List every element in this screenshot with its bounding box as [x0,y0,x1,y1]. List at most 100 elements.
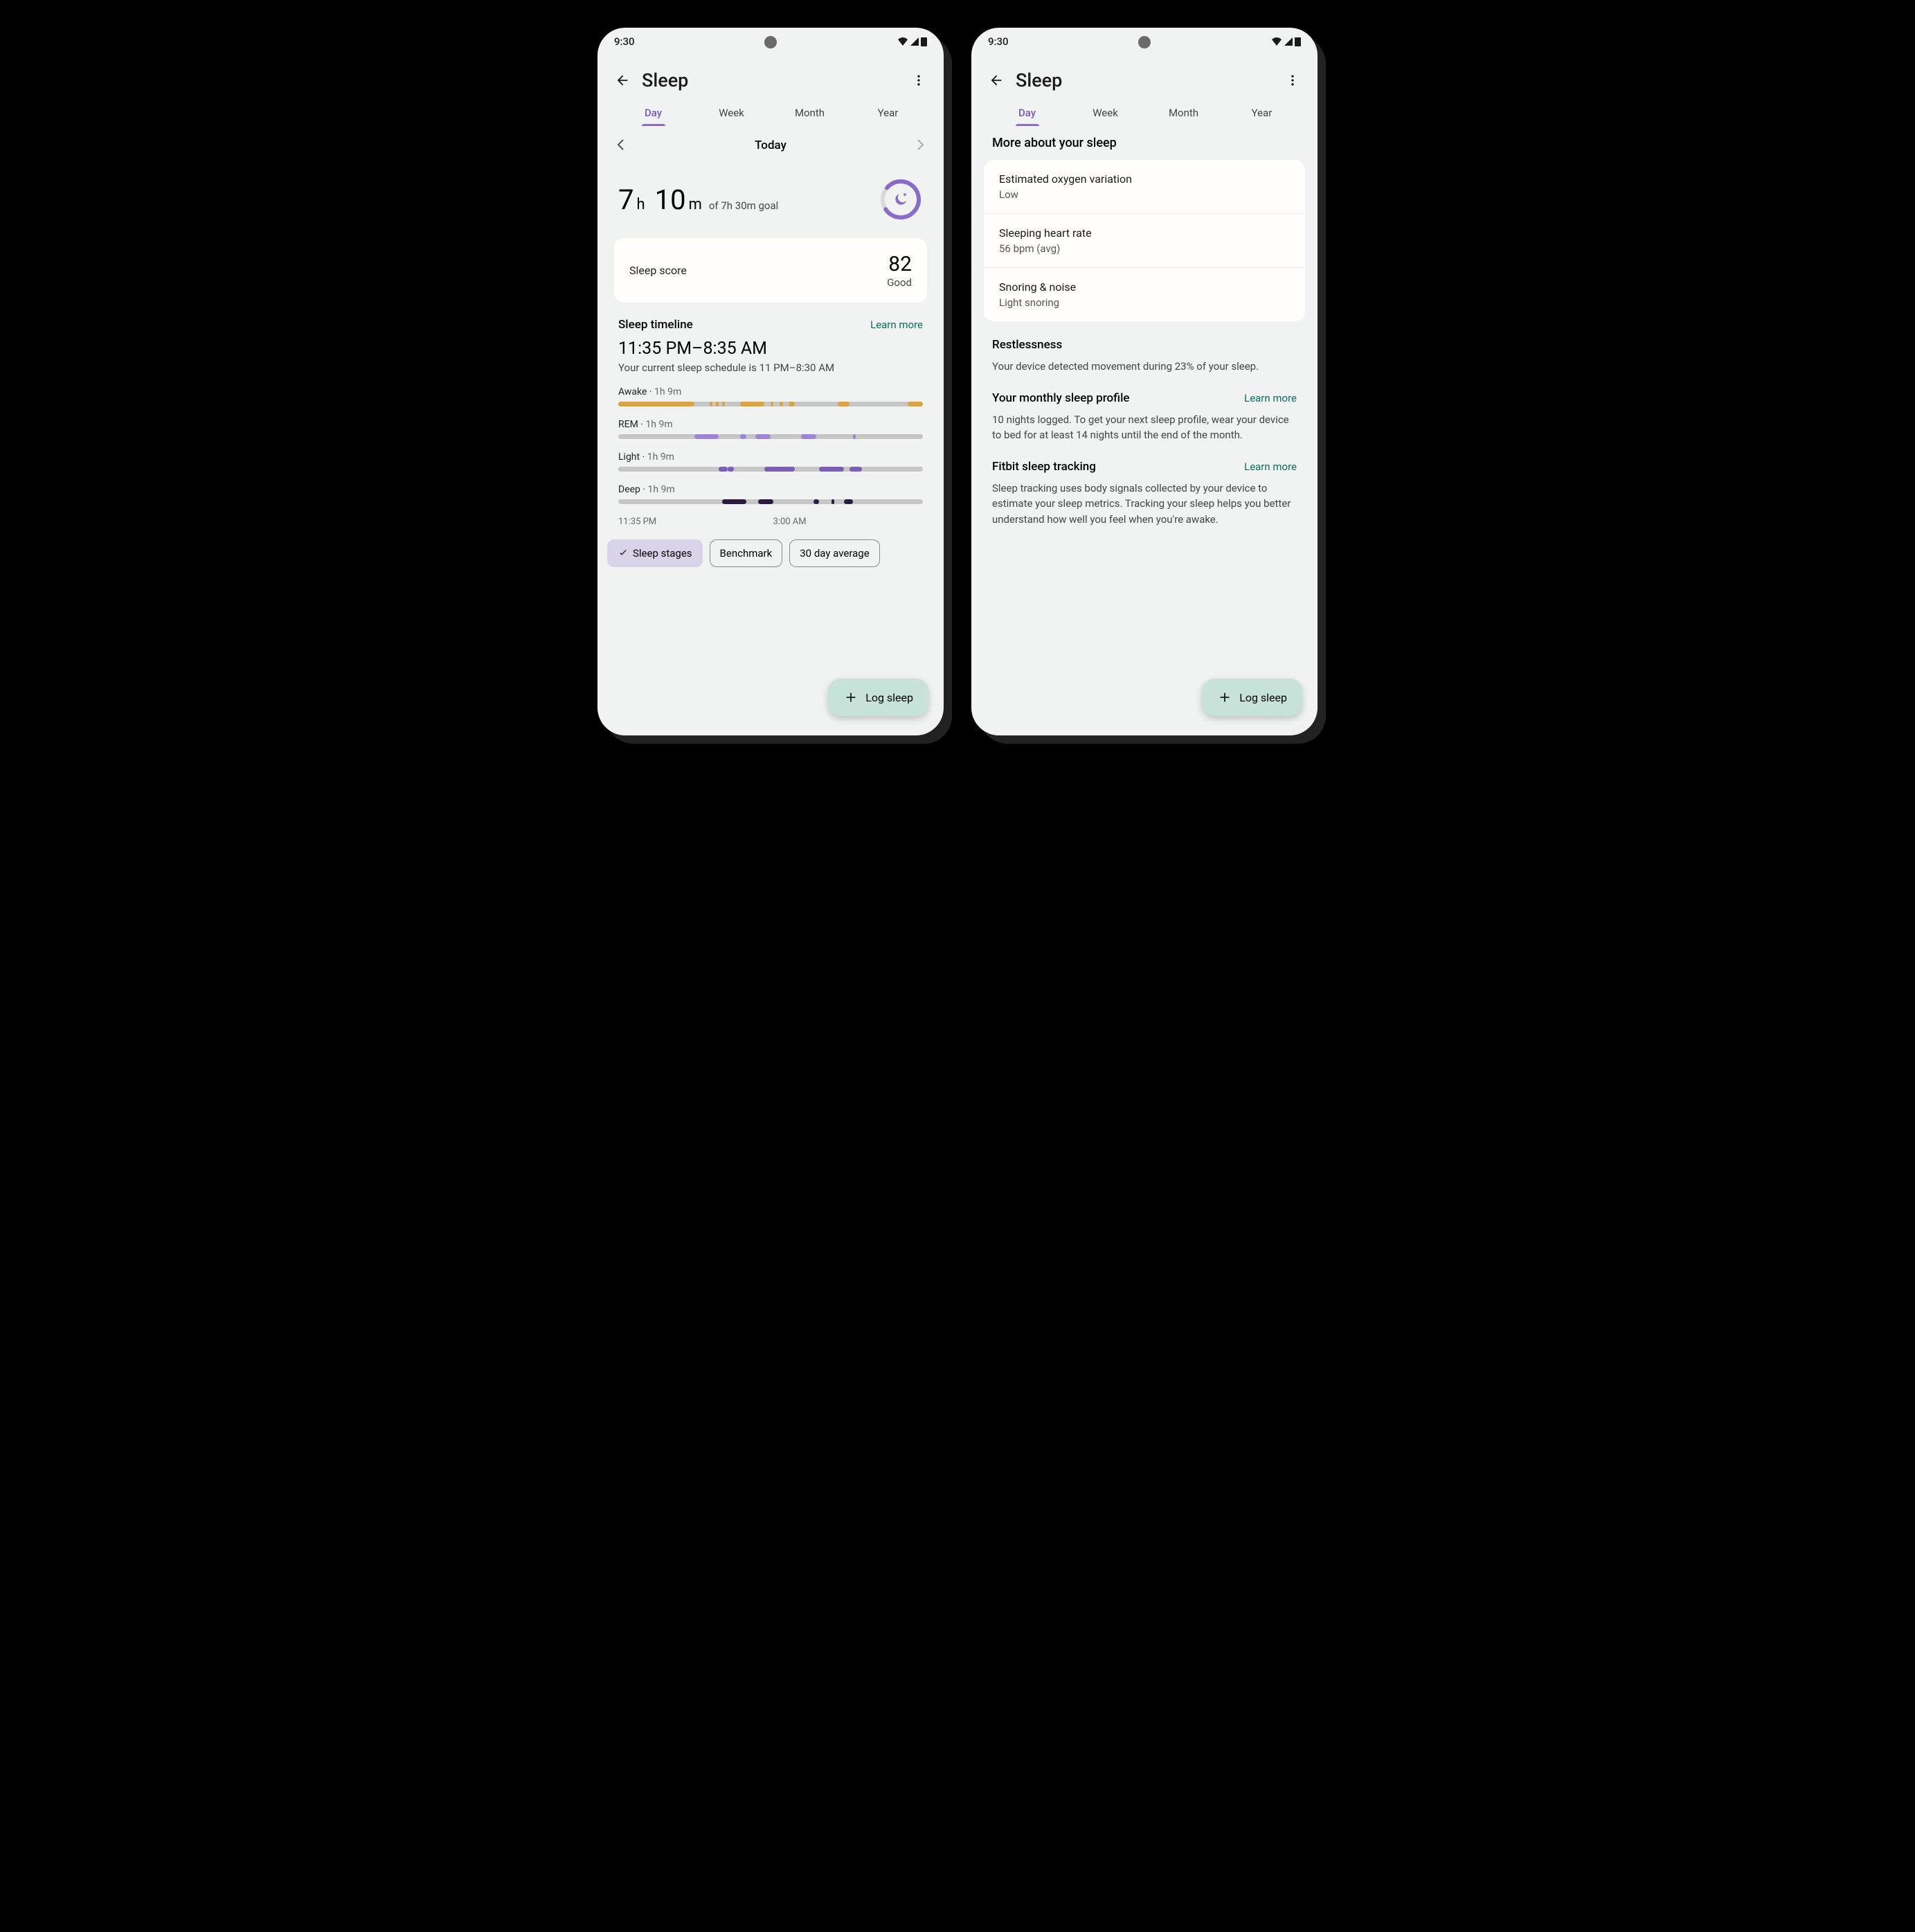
date-navigator: Today [597,126,944,165]
row-oxygen-value: Low [999,188,1290,201]
chip-benchmark[interactable]: Benchmark [710,539,783,567]
profile-learn-more[interactable]: Learn more [1244,392,1297,404]
wifi-icon [897,37,908,46]
tracking-body: Sleep tracking uses body signals collect… [992,481,1297,528]
stage-rem-name: REM [618,419,638,430]
stage-light-name: Light [618,451,640,463]
timeline-schedule: Your current sleep schedule is 11 PM–8:3… [618,361,923,374]
chart-mode-chips: Sleep stages Benchmark 30 day average [597,527,944,567]
timeline-learn-more[interactable]: Learn more [870,319,923,331]
timeline-title: Sleep timeline [618,318,693,332]
status-time: 9:30 [988,35,1009,48]
score-desc: Good [887,276,912,289]
time-range-tabs: Day Week Month Year [971,98,1318,126]
back-icon[interactable] [988,72,1005,89]
app-bar: Sleep [971,55,1318,98]
row-heart-rate[interactable]: Sleeping heart rate 56 bpm (avg) [984,214,1305,268]
hours-unit: h [636,196,645,213]
hours-value: 7 [618,184,633,216]
battery-icon [1295,37,1301,46]
status-icons [897,37,927,46]
tab-day[interactable]: Day [614,107,692,126]
stage-awake-track [618,402,923,406]
axis-mid: 3:00 AM [773,517,807,527]
tab-day[interactable]: Day [988,107,1066,126]
chip-sleep-stages-label: Sleep stages [633,547,692,560]
tab-year[interactable]: Year [1223,107,1301,126]
profile-body: 10 nights logged. To get your next sleep… [992,412,1297,443]
signal-icon [1284,37,1293,46]
fab-label: Log sleep [1239,691,1287,704]
restlessness-title: Restlessness [992,338,1062,352]
sleep-timeline-section: Sleep timeline Learn more 11:35 PM–8:35 … [614,303,927,527]
page-title: Sleep [1016,69,1273,91]
row-snoring-title: Snoring & noise [999,280,1290,294]
timeline-range: 11:35 PM–8:35 AM [618,339,923,359]
stage-rem-dur: 1h 9m [645,419,672,430]
chip-sleep-stages[interactable]: Sleep stages [607,539,703,567]
goal-label: of 7h 30m goal [709,199,778,212]
tab-year[interactable]: Year [849,107,927,126]
minutes-unit: m [689,196,702,213]
stage-rem-track [618,434,923,439]
profile-title: Your monthly sleep profile [992,391,1130,405]
stage-awake-name: Awake [618,386,647,397]
fab-label: Log sleep [865,691,913,704]
tracking-learn-more[interactable]: Learn more [1244,460,1297,473]
more-about-title: More about your sleep [971,126,1318,160]
stage-awake-dur: 1h 9m [654,386,681,397]
check-icon [618,548,629,559]
camera-cutout [1138,36,1151,48]
stage-deep-dur: 1h 9m [648,484,675,495]
next-day-icon[interactable] [917,137,924,154]
phone-screen-2: 9:30 Sleep Day Week Month Year More abou… [971,28,1318,735]
row-hr-title: Sleeping heart rate [999,226,1290,240]
app-bar: Sleep [597,55,944,98]
stage-deep-track [618,499,923,504]
row-oxygen[interactable]: Estimated oxygen variation Low [984,160,1305,214]
restlessness-block: Restlessness Your device detected moveme… [971,321,1318,375]
timeline-axis: 11:35 PM 3:00 AM [618,517,923,527]
log-sleep-fab[interactable]: Log sleep [1202,679,1302,716]
stage-light-dur: 1h 9m [647,451,674,463]
tracking-block: Fitbit sleep tracking Learn more Sleep t… [971,443,1318,528]
signal-icon [910,37,919,46]
phone-screen-1: 9:30 Sleep Day Week Month Year Today [597,28,944,735]
stage-rem: REM · 1h 9m [618,419,923,439]
more-vert-icon[interactable] [910,72,927,89]
log-sleep-fab[interactable]: Log sleep [828,679,928,716]
tab-week[interactable]: Week [692,107,771,126]
stage-deep-name: Deep [618,484,640,495]
profile-block: Your monthly sleep profile Learn more 10… [971,375,1318,443]
tab-week[interactable]: Week [1066,107,1144,126]
axis-start: 11:35 PM [618,517,656,527]
progress-ring-icon [879,177,923,222]
back-icon[interactable] [614,72,631,89]
plus-icon [1217,690,1232,705]
stage-light-track [618,467,923,472]
minutes-value: 10 [655,184,686,216]
sleep-duration-row: 7 h 10 m of 7h 30m goal [614,165,927,238]
stage-deep: Deep · 1h 9m [618,484,923,504]
sleep-score-card[interactable]: Sleep score 82 Good [614,238,927,303]
tracking-title: Fitbit sleep tracking [992,460,1096,474]
plus-icon [843,690,858,705]
restlessness-body: Your device detected movement during 23%… [992,359,1297,375]
row-oxygen-title: Estimated oxygen variation [999,172,1290,186]
stage-awake: Awake · 1h 9m [618,386,923,406]
tab-month[interactable]: Month [1144,107,1223,126]
status-icons [1271,37,1301,46]
prev-day-icon[interactable] [617,137,624,154]
tab-month[interactable]: Month [771,107,849,126]
wifi-icon [1271,37,1282,46]
status-time: 9:30 [614,35,635,48]
score-label: Sleep score [629,264,687,277]
row-snoring[interactable]: Snoring & noise Light snoring [984,268,1305,321]
time-range-tabs: Day Week Month Year [597,98,944,126]
row-hr-value: 56 bpm (avg) [999,242,1290,255]
score-value: 82 [887,252,912,276]
chip-30day[interactable]: 30 day average [789,539,879,567]
more-list: Estimated oxygen variation Low Sleeping … [984,160,1305,321]
more-vert-icon[interactable] [1284,72,1301,89]
current-day-label: Today [755,138,786,152]
